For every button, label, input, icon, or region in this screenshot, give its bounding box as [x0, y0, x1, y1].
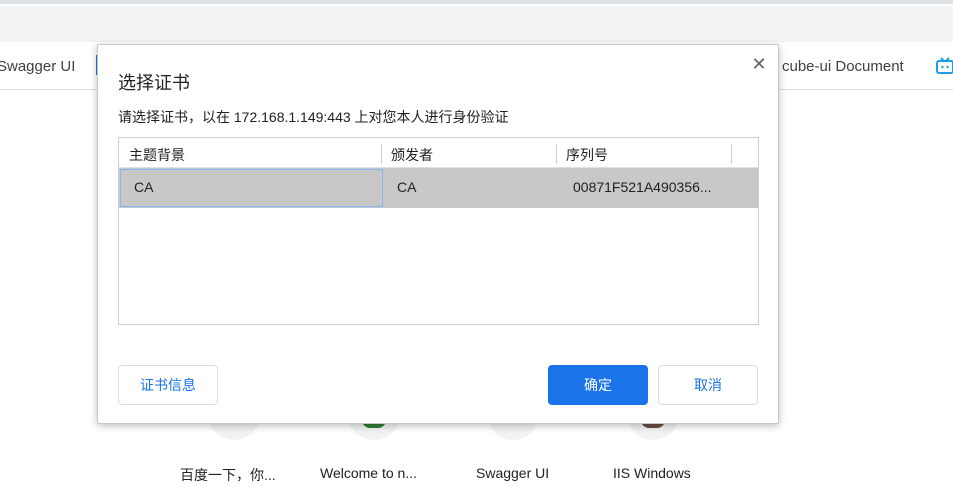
table-row[interactable]: CA CA 00871F521A490356...: [119, 168, 758, 208]
shortcut-label[interactable]: Swagger UI: [476, 465, 549, 481]
focused-cell[interactable]: [120, 169, 383, 207]
column-header-serial[interactable]: 序列号: [566, 145, 608, 165]
certificate-info-button[interactable]: 证书信息: [118, 365, 218, 405]
close-icon[interactable]: ✕: [748, 53, 770, 75]
cell-issuer: CA: [397, 179, 417, 195]
column-header-issuer[interactable]: 颁发者: [391, 145, 433, 165]
cancel-button[interactable]: 取消: [658, 365, 758, 405]
shortcut-label[interactable]: Welcome to n...: [320, 465, 417, 481]
bookmark-swagger-ui[interactable]: Swagger UI: [0, 58, 75, 75]
tv-icon[interactable]: [936, 57, 953, 75]
column-divider[interactable]: [556, 144, 557, 164]
cell-serial: 00871F521A490356...: [573, 179, 712, 195]
column-header-subject[interactable]: 主题背景: [129, 145, 185, 165]
column-divider[interactable]: [731, 144, 732, 164]
shortcut-label[interactable]: 百度一下，你...: [180, 465, 276, 485]
shortcut-label[interactable]: IIS Windows: [613, 465, 691, 481]
ok-button[interactable]: 确定: [548, 365, 648, 405]
bookmark-cube-ui-document[interactable]: cube-ui Document: [782, 58, 904, 75]
cell-subject: CA: [134, 179, 154, 195]
select-certificate-dialog: 选择证书 ✕ 请选择证书，以在 172.168.1.149:443 上对您本人进…: [97, 44, 779, 424]
browser-top-strip: [0, 0, 953, 4]
certificate-table: 主题背景 颁发者 序列号 CA CA 00871F521A490356...: [118, 137, 759, 325]
address-bar[interactable]: [0, 6, 953, 42]
table-header: 主题背景 颁发者 序列号: [119, 138, 758, 168]
column-divider[interactable]: [381, 144, 382, 164]
dialog-title: 选择证书: [118, 73, 190, 93]
dialog-description: 请选择证书，以在 172.168.1.149:443 上对您本人进行身份验证: [118, 109, 509, 125]
